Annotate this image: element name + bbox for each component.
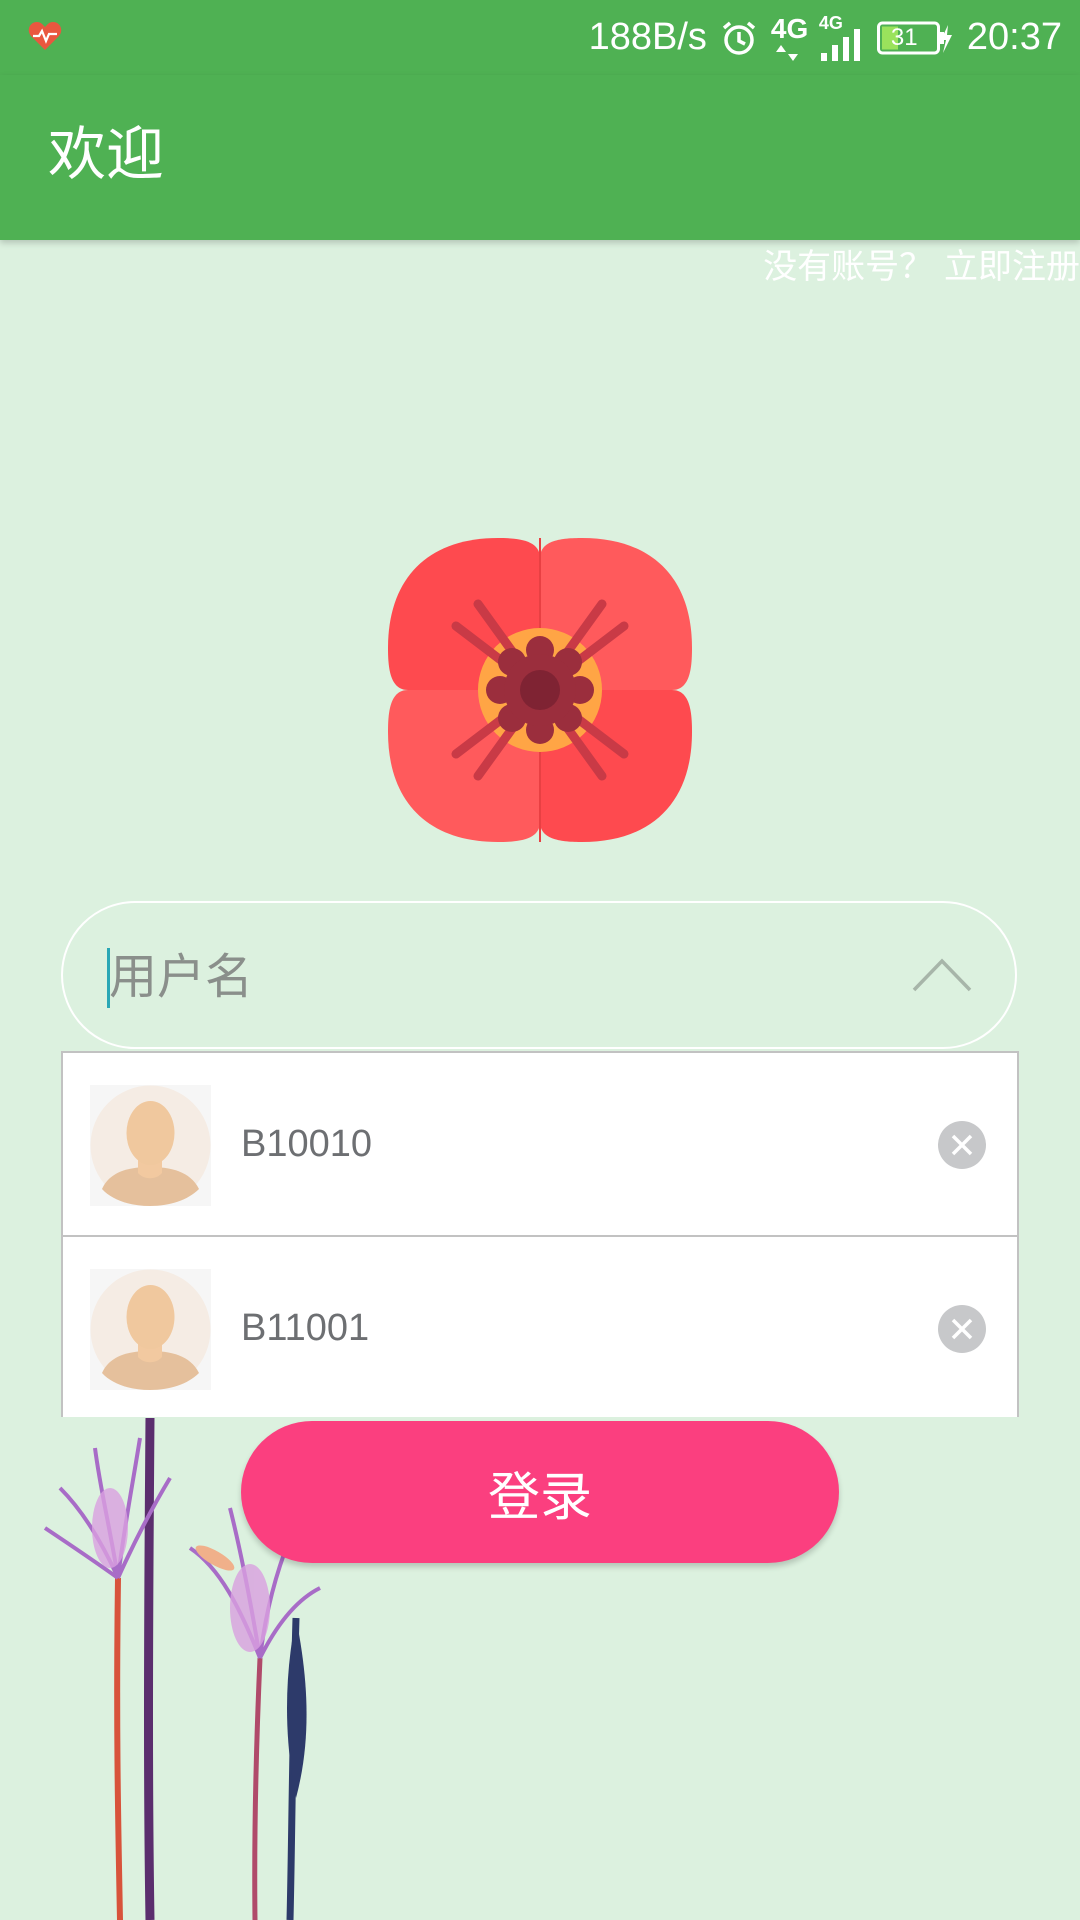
chevron-up-icon[interactable] [911,955,973,993]
alarm-icon [722,21,756,55]
app-bar: 欢迎 [0,75,1080,240]
signal-bars-icon [820,28,860,61]
account-list-item[interactable]: B11001 [63,1237,1017,1417]
account-name: B11001 [241,1307,370,1349]
account-list-item[interactable]: B10010 [63,1053,1017,1237]
status-bar: 188B/s 4G 4G 31 20:37 [0,0,1080,75]
login-button[interactable]: 登录 [241,1421,839,1563]
avatar-icon [90,1085,211,1206]
username-field[interactable] [61,901,1017,1049]
remove-account-icon[interactable] [937,1304,987,1354]
remove-account-icon[interactable] [937,1120,987,1170]
poppy-logo-icon [388,538,692,842]
signal-strength: 4G [819,13,863,63]
data-arrows-icon [775,44,798,61]
battery-indicator: 31 [876,21,953,55]
network-speed: 188B/s [588,16,707,58]
clock: 20:37 [966,16,1062,58]
avatar-icon [90,1269,211,1390]
page-title: 欢迎 [48,120,165,188]
network-type-4g: 4G [771,13,808,63]
account-name: B10010 [241,1123,373,1165]
account-dropdown: B10010 B11001 [61,1051,1019,1417]
register-link[interactable]: 没有账号？ 立即注册 [763,244,1080,290]
username-input[interactable] [105,937,889,1017]
text-cursor [107,948,110,1008]
health-heart-icon [28,22,62,50]
